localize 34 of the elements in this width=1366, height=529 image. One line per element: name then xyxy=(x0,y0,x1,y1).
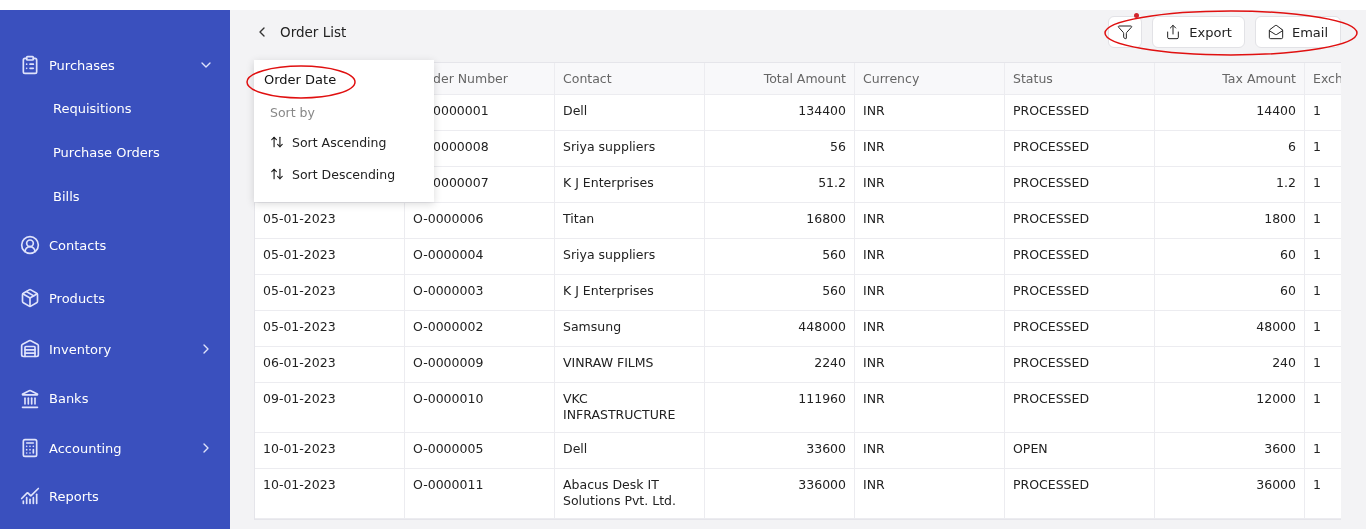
calculator-icon xyxy=(20,438,40,458)
column-header[interactable]: Tax Amount xyxy=(1155,63,1305,94)
sidebar-item[interactable]: Inventory xyxy=(0,324,230,374)
user-icon xyxy=(20,235,40,255)
filter-icon xyxy=(1117,24,1134,40)
sidebar-item[interactable]: Accounting xyxy=(0,423,230,473)
sidebar-item[interactable]: Contacts xyxy=(0,218,230,272)
chart-icon xyxy=(20,486,40,506)
page-title: Order List xyxy=(280,24,348,40)
sidebar-item[interactable]: Reports xyxy=(0,473,230,519)
column-header[interactable]: Exch xyxy=(1305,63,1341,94)
sidebar-subitem[interactable]: Requisitions xyxy=(0,86,230,130)
envelope-icon xyxy=(1267,24,1284,40)
sort-icon xyxy=(270,135,284,149)
filter-button[interactable] xyxy=(1108,16,1143,48)
sort-icon xyxy=(270,167,284,181)
export-button[interactable]: Export xyxy=(1152,16,1245,48)
email-button[interactable]: Email xyxy=(1254,16,1341,48)
upload-icon xyxy=(1165,24,1182,40)
column-header[interactable]: Status xyxy=(1005,63,1155,94)
sidebar-item[interactable]: Products xyxy=(0,272,230,324)
menu-section-label: Sort by xyxy=(269,104,316,122)
clipboard-icon xyxy=(20,55,40,75)
sidebar-subitem[interactable]: Purchase Orders xyxy=(0,130,230,174)
column-header[interactable]: Total Amount xyxy=(705,63,855,94)
indicator-dot xyxy=(1134,13,1140,18)
sidebar-item[interactable]: Banks xyxy=(0,374,230,423)
bank-icon xyxy=(20,388,40,409)
sidebar-subitem[interactable]: Bills xyxy=(0,174,230,218)
sidebar-item[interactable]: Purchases xyxy=(0,44,230,86)
box-icon xyxy=(20,288,40,308)
warehouse-icon xyxy=(20,339,40,359)
column-header[interactable]: Currency xyxy=(855,63,1005,94)
column-header[interactable]: Contact xyxy=(555,63,705,94)
